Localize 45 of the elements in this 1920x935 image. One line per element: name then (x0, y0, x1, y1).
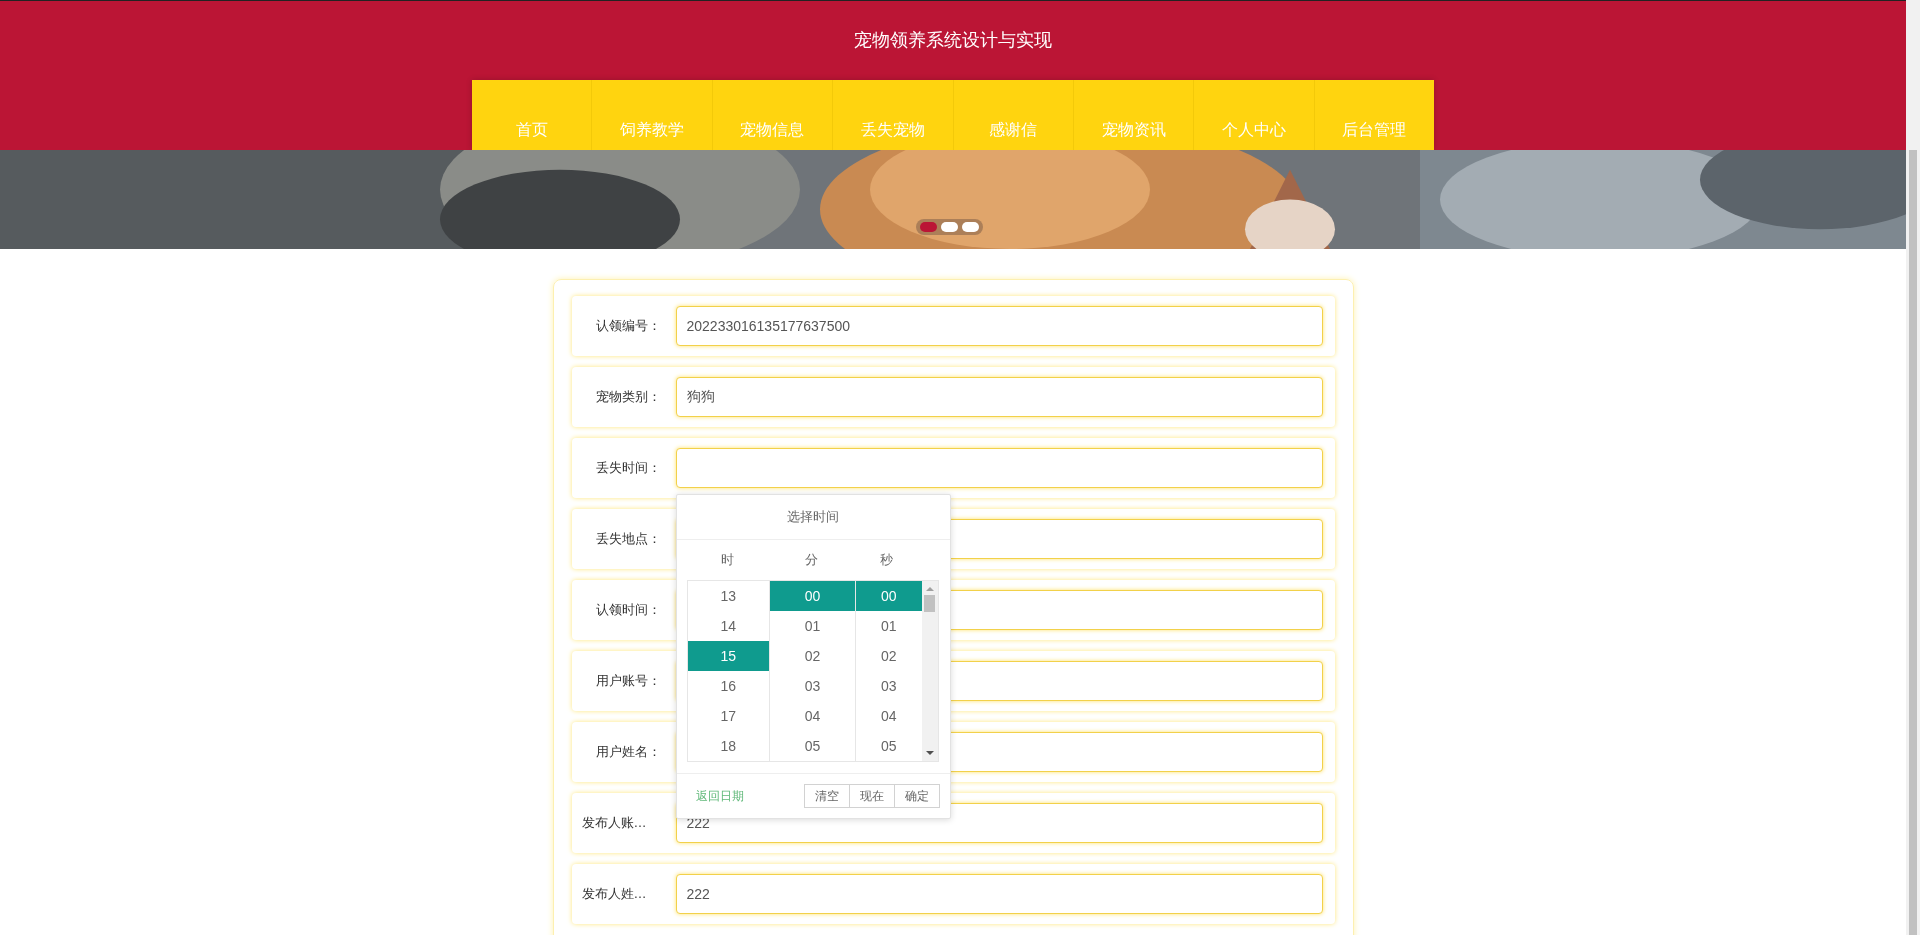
time-option[interactable]: 01 (855, 611, 922, 641)
scrollbar-thumb[interactable] (1909, 150, 1917, 935)
field-label: 发布人账… (580, 814, 648, 832)
column-header: 分 (803, 551, 819, 569)
time-option[interactable]: 14 (687, 611, 770, 641)
field-label: 认领时间： (595, 601, 662, 619)
time-option[interactable]: 16 (687, 671, 770, 701)
field-label: 发布人姓… (580, 885, 648, 903)
picker-button[interactable]: 现在 (848, 784, 895, 808)
picker-title: 选择时间 (676, 495, 950, 540)
picker-button[interactable]: 确定 (893, 784, 940, 808)
time-option[interactable]: 17 (687, 701, 770, 731)
time-option[interactable]: 15 (687, 641, 770, 671)
field-label: 丢失时间： (595, 459, 662, 477)
time-option[interactable]: 03 (770, 671, 855, 701)
column-header: 秒 (879, 551, 894, 569)
time-option[interactable]: 03 (855, 671, 922, 701)
time-option[interactable]: 02 (770, 641, 855, 671)
time-option[interactable]: 04 (770, 701, 855, 731)
scrollbar-thumb[interactable] (924, 595, 936, 612)
time-option[interactable]: 13 (687, 581, 770, 611)
scrollbar[interactable] (921, 581, 938, 761)
field-label: 用户账号： (595, 672, 662, 690)
time-option[interactable]: 05 (770, 731, 855, 761)
scroll-down-icon[interactable] (925, 751, 934, 755)
field-label: 宠物类别： (595, 388, 662, 406)
input-field[interactable]: 222 (675, 874, 1323, 914)
scroll-up-icon[interactable] (925, 587, 934, 591)
field-label: 丢失地点： (595, 530, 662, 548)
column-header: 时 (720, 551, 735, 569)
time-option[interactable]: 01 (770, 611, 855, 641)
input-field[interactable]: 狗狗 (675, 377, 1323, 417)
field-label: 认领编号： (595, 317, 662, 335)
time-option[interactable]: 02 (855, 641, 922, 671)
picker-button[interactable]: 清空 (803, 784, 850, 808)
time-option[interactable]: 04 (855, 701, 922, 731)
time-option[interactable]: 05 (855, 731, 922, 761)
scrollbar[interactable] (1906, 0, 1920, 935)
time-option[interactable]: 00 (855, 581, 922, 611)
input-field[interactable]: 202233016135177637500 (675, 306, 1323, 346)
field-label: 用户姓名： (595, 743, 662, 761)
time-option[interactable]: 00 (770, 581, 855, 611)
time-option[interactable]: 18 (687, 731, 770, 761)
site-title: 宠物领养系统设计与实现 (854, 29, 1052, 52)
input-field[interactable] (675, 448, 1323, 488)
